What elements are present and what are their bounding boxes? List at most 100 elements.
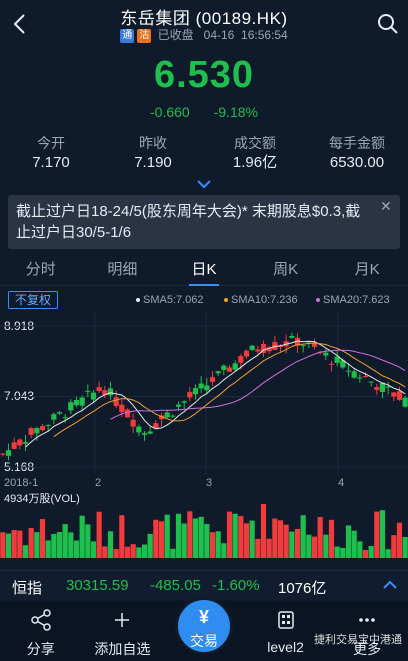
close-icon[interactable]: ✕ [380,199,394,213]
trade-label: 交易 [189,633,218,649]
bottom-nav: 分享 添加自选 ¥ 交易 level2 更多 捷利交易宝中港通 [0,597,408,661]
index-turnover: 1076亿 [278,580,327,597]
volume-bar [215,531,221,558]
expand-stats-button[interactable] [196,177,212,189]
stat-prev-close: 昨收 7.190 [102,134,204,176]
stat-value: 6530.00 [329,154,385,171]
candle-body [141,433,148,435]
quote-stats: 今开 7.170 昨收 7.190 成交额 1.96亿 每手金额 6530.00 [0,134,408,176]
candle-body [147,431,153,434]
adjust-toggle-button[interactable]: 不复权 [8,291,59,309]
candle-body [204,385,210,391]
trade-button[interactable]: ¥ 交易 [174,597,233,655]
candle-body [28,428,34,435]
nav-share[interactable]: 分享 [0,601,82,661]
volume-bar [158,521,165,558]
volume-bar [164,514,170,558]
candle-body [238,356,244,363]
candle-body [255,349,261,352]
candle-body [130,419,136,427]
tab-daily-k[interactable]: 日K [163,256,245,286]
volume-bar [306,534,312,558]
stat-turnover: 成交额 1.96亿 [204,134,306,176]
candle-body [221,365,227,370]
change-amount: -0.660 [150,104,190,120]
stat-label: 昨收 [139,135,167,151]
index-value: 30315.59 [66,577,129,594]
volume-bar [362,549,369,558]
volume-bar [187,511,193,558]
volume-bar [391,535,397,558]
volume-bar [294,528,301,558]
kline-chart[interactable]: 8.918 7.043 5.168 2018-1 2 3 4 4934万股(VO… [0,312,408,564]
tab-monthly-k[interactable]: 月K [326,256,408,285]
candle-body [45,424,51,426]
chevron-up-icon[interactable] [382,577,398,593]
nav-trade[interactable]: ¥ 交易 [163,597,245,661]
volume-bar [402,536,408,558]
index-bar[interactable]: 恒指 30315.59 -485.05 -1.60% 1076亿 [0,570,408,600]
index-change-percent: -1.60% [212,577,260,594]
candle-body [39,426,46,431]
ma5-label: SMA5:7.062 [143,294,204,306]
volume-bar [221,543,227,558]
candle-body [107,388,114,396]
candle-body [11,442,17,449]
tab-weekly-k[interactable]: 周K [245,256,327,285]
stat-value: 1.96亿 [232,154,278,171]
volume-bar [209,532,216,558]
volume-bar [34,532,40,558]
search-icon [378,14,398,34]
last-price: 6.530 [153,54,255,96]
tab-intraday[interactable]: 分时 [0,256,82,285]
share-icon [31,609,51,631]
search-button[interactable] [376,12,400,36]
volume-bar [198,516,204,558]
stat-lot-amount: 每手金额 6530.00 [306,134,408,176]
candle-body [136,426,142,433]
candle-body [368,381,374,383]
volume-bar [311,536,318,558]
volume-bar [328,519,335,558]
market-status: 已收盘 [157,28,194,42]
candle-body [328,363,335,365]
candle-body [51,414,57,420]
volume-bar [272,518,278,558]
volume-bar [130,544,136,558]
candle-body [289,335,295,338]
volume-label: 4934万股(VOL) [4,492,80,505]
stat-value: 7.170 [32,154,70,171]
candle-body [209,377,216,382]
tab-details[interactable]: 明细 [82,256,164,285]
nav-add-watchlist[interactable]: 添加自选 [82,601,164,661]
candle-body [68,402,74,411]
ma10-legend: SMA10:7.236 [224,294,298,306]
volume-bar [232,513,238,558]
price-change: -0.660 -9.18% [0,104,408,120]
candle-body [396,391,403,400]
notice-text: 截止过户日18-24/5(股东周年大会)* 末期股息$0.3,截止过户日30/5… [16,203,361,241]
more-icon [359,618,375,622]
candle-body [402,397,408,407]
candle-body [198,383,204,389]
x-tick-label: 2018-1 [4,477,38,489]
change-percent: -9.18% [213,104,258,120]
candle-body [90,392,97,400]
yen-icon: ¥ [198,607,209,627]
short-sell-badge: 沽 [137,28,152,43]
volume-bar [85,524,91,558]
volume-bar [39,519,46,558]
index-change: -485.05 [150,577,201,594]
quote-time: 16:56:54 [241,28,288,42]
volume-bar [141,544,148,558]
volume-bar [345,525,352,558]
volume-bar [107,531,114,558]
volume-bar [243,523,250,558]
volume-bar [283,524,289,558]
chevron-down-icon [197,180,211,189]
volume-bar [124,546,131,558]
volume-bar [192,518,199,558]
ma20-label: SMA20:7.623 [323,294,390,306]
candle-body [34,428,40,434]
volume-bar [96,511,102,558]
